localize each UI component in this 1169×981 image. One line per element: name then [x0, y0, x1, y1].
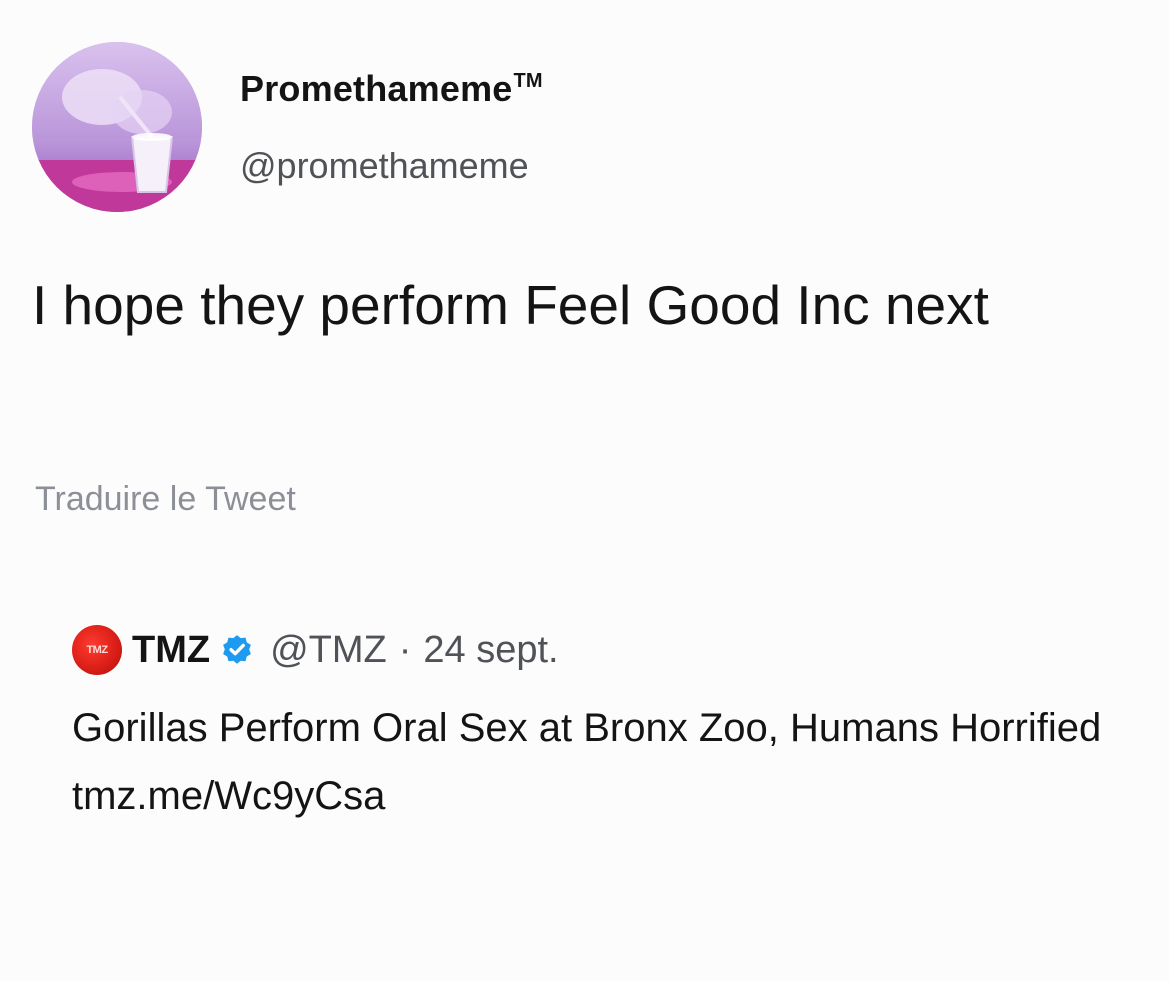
- separator-dot: ·: [398, 628, 412, 671]
- verified-badge-icon: [223, 635, 251, 664]
- author-name-text: Promethameme: [240, 68, 513, 109]
- quoted-tweet-date[interactable]: 24 sept.: [423, 629, 558, 672]
- author-handle[interactable]: @promethameme: [240, 145, 529, 187]
- tweet-text: I hope they perform Feel Good Inc next: [32, 274, 989, 336]
- author-name[interactable]: PromethamemeTM: [240, 68, 543, 110]
- quoted-author-name[interactable]: TMZ: [132, 629, 210, 672]
- avatar-image: [32, 42, 202, 212]
- quoted-author-handle[interactable]: @TMZ: [270, 629, 387, 672]
- quoted-tweet-header: TMZ TMZ @TMZ · 24 sept.: [72, 620, 1162, 680]
- author-avatar[interactable]: [32, 42, 202, 212]
- translate-tweet-link[interactable]: Traduire le Tweet: [35, 480, 296, 519]
- trademark-mark: TM: [513, 70, 543, 92]
- tmz-avatar-text: TMZ: [86, 644, 108, 656]
- tmz-avatar[interactable]: TMZ: [72, 625, 122, 675]
- tweet-card: PromethamemeTM @promethameme I hope they…: [0, 0, 1169, 981]
- quoted-tweet[interactable]: TMZ TMZ @TMZ · 24 sept. Gorillas Perform…: [72, 620, 1162, 830]
- quoted-tweet-text: Gorillas Perform Oral Sex at Bronx Zoo, …: [72, 706, 1102, 818]
